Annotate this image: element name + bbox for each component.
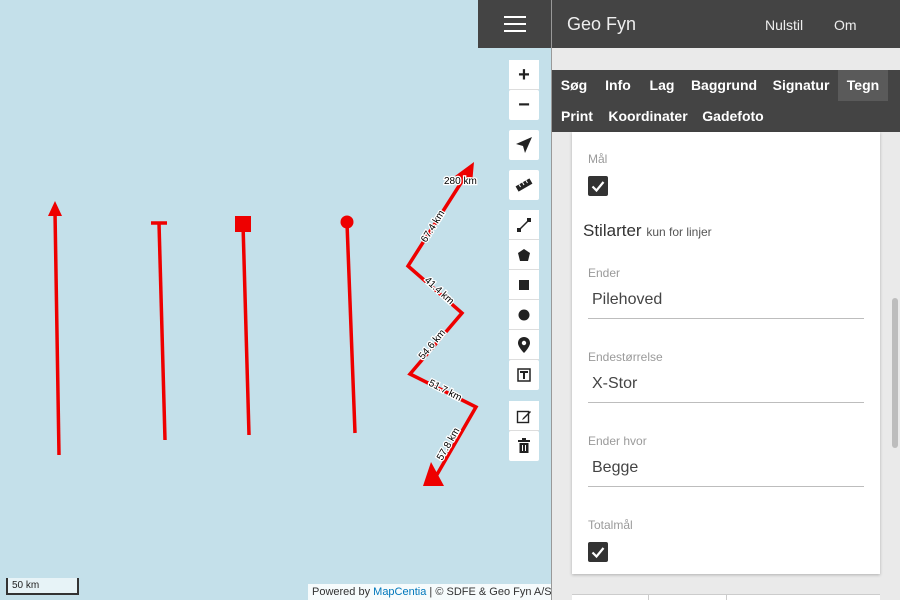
total-checkbox[interactable] <box>588 542 608 562</box>
total-label: Totalmål <box>588 518 633 532</box>
styles-heading: Stilarter kun for linjer <box>583 221 712 241</box>
styles-subtitle: kun for linjer <box>646 225 712 239</box>
hamburger-icon <box>503 16 526 32</box>
map-drawings: 280 km 67.4 km 41.4 km 54.6 km 51.7 km 5… <box>48 162 479 486</box>
next-card-edge <box>572 594 880 600</box>
ends-select[interactable]: Pilehoved <box>588 286 864 319</box>
measure-total-label: 280 km <box>444 176 477 187</box>
ends-where-select[interactable]: Begge <box>588 454 864 487</box>
measure-segment-label: 51.7 km <box>427 378 464 404</box>
text-icon <box>517 368 531 382</box>
tab-bar: Søg Info Lag Baggrund Signatur Tegn Prin… <box>552 70 900 132</box>
tab-draw[interactable]: Tegn <box>838 70 888 101</box>
draw-circle-button[interactable] <box>509 300 539 330</box>
tab-signature[interactable]: Signatur <box>764 70 838 101</box>
scale-bar: 50 km <box>6 578 79 595</box>
attribution-suffix: | © SDFE & Geo Fyn A/S <box>426 586 551 598</box>
check-icon <box>591 547 605 559</box>
reset-button[interactable]: Nulstil <box>765 17 803 33</box>
measure-label: Mål <box>588 152 608 166</box>
end-size-label: Endestørrelse <box>588 350 663 364</box>
drawn-line-arrow[interactable] <box>53 211 61 456</box>
measure-checkbox[interactable] <box>588 176 608 196</box>
zoom-in-button[interactable]: + <box>509 60 539 90</box>
attribution-prefix: Powered by <box>312 586 374 598</box>
circle-end-marker <box>340 215 354 229</box>
tab-print[interactable]: Print <box>552 101 602 132</box>
app-title: Geo Fyn <box>567 14 637 34</box>
draw-line-button[interactable] <box>509 210 539 240</box>
zoom-out-button[interactable]: − <box>509 90 539 120</box>
draw-text-button[interactable] <box>509 360 539 390</box>
draw-options-card: Mål Stilarter kun for linjer Ender Pileh… <box>572 132 880 574</box>
draw-marker-button[interactable] <box>509 330 539 360</box>
arrow-end-marker <box>48 201 62 216</box>
top-bar: Geo Fyn Nulstil Om <box>552 0 900 48</box>
tab-layers[interactable]: Lag <box>640 70 684 101</box>
locate-icon <box>516 137 532 153</box>
drawn-line-circle[interactable] <box>345 222 357 434</box>
delete-button[interactable] <box>509 431 539 461</box>
marker-icon <box>518 336 530 353</box>
check-icon <box>591 181 605 193</box>
line-icon <box>517 217 531 232</box>
side-panel: Geo Fyn Nulstil Om Søg Info Lag Baggrund… <box>551 0 900 600</box>
minus-icon: − <box>518 94 530 116</box>
tab-streetview[interactable]: Gadefoto <box>694 101 772 132</box>
divider <box>726 595 727 600</box>
tab-info[interactable]: Info <box>596 70 640 101</box>
draw-polygon-button[interactable] <box>509 240 539 270</box>
measure-segment-label: 41.4 km <box>422 275 456 307</box>
tab-search[interactable]: Søg <box>552 70 596 101</box>
drawn-line-square[interactable] <box>241 223 251 436</box>
locate-button[interactable] <box>509 130 539 160</box>
drawn-line-bar[interactable] <box>157 222 167 441</box>
ruler-icon <box>515 178 533 192</box>
plus-icon: + <box>518 63 530 86</box>
about-button[interactable]: Om <box>834 17 857 33</box>
trash-icon <box>518 438 530 453</box>
map-attribution: Powered by MapCentia | © SDFE & Geo Fyn … <box>308 584 551 600</box>
menu-button[interactable] <box>478 0 551 48</box>
edit-icon <box>516 410 531 423</box>
ends-where-label: Ender hvor <box>588 434 647 448</box>
draw-rectangle-button[interactable] <box>509 270 539 300</box>
edit-button[interactable] <box>509 401 539 431</box>
map-canvas[interactable]: 280 km 67.4 km 41.4 km 54.6 km 51.7 km 5… <box>0 0 551 600</box>
tab-background[interactable]: Baggrund <box>684 70 764 101</box>
divider <box>648 595 649 600</box>
rectangle-icon <box>519 279 529 290</box>
scrollbar-thumb[interactable] <box>892 298 898 448</box>
styles-title: Stilarter <box>583 221 642 240</box>
measure-segment-label: 67.4 km <box>419 209 447 245</box>
measure-segment-label: 54.6 km <box>417 328 448 362</box>
ends-label: Ender <box>588 266 621 280</box>
end-size-select[interactable]: X-Stor <box>588 370 864 403</box>
tab-coordinates[interactable]: Koordinater <box>602 101 694 132</box>
square-end-marker <box>235 216 251 232</box>
polygon-icon <box>518 248 530 261</box>
circle-icon <box>518 309 530 320</box>
mapcentia-link[interactable]: MapCentia <box>373 586 426 598</box>
measure-button[interactable] <box>509 170 539 200</box>
